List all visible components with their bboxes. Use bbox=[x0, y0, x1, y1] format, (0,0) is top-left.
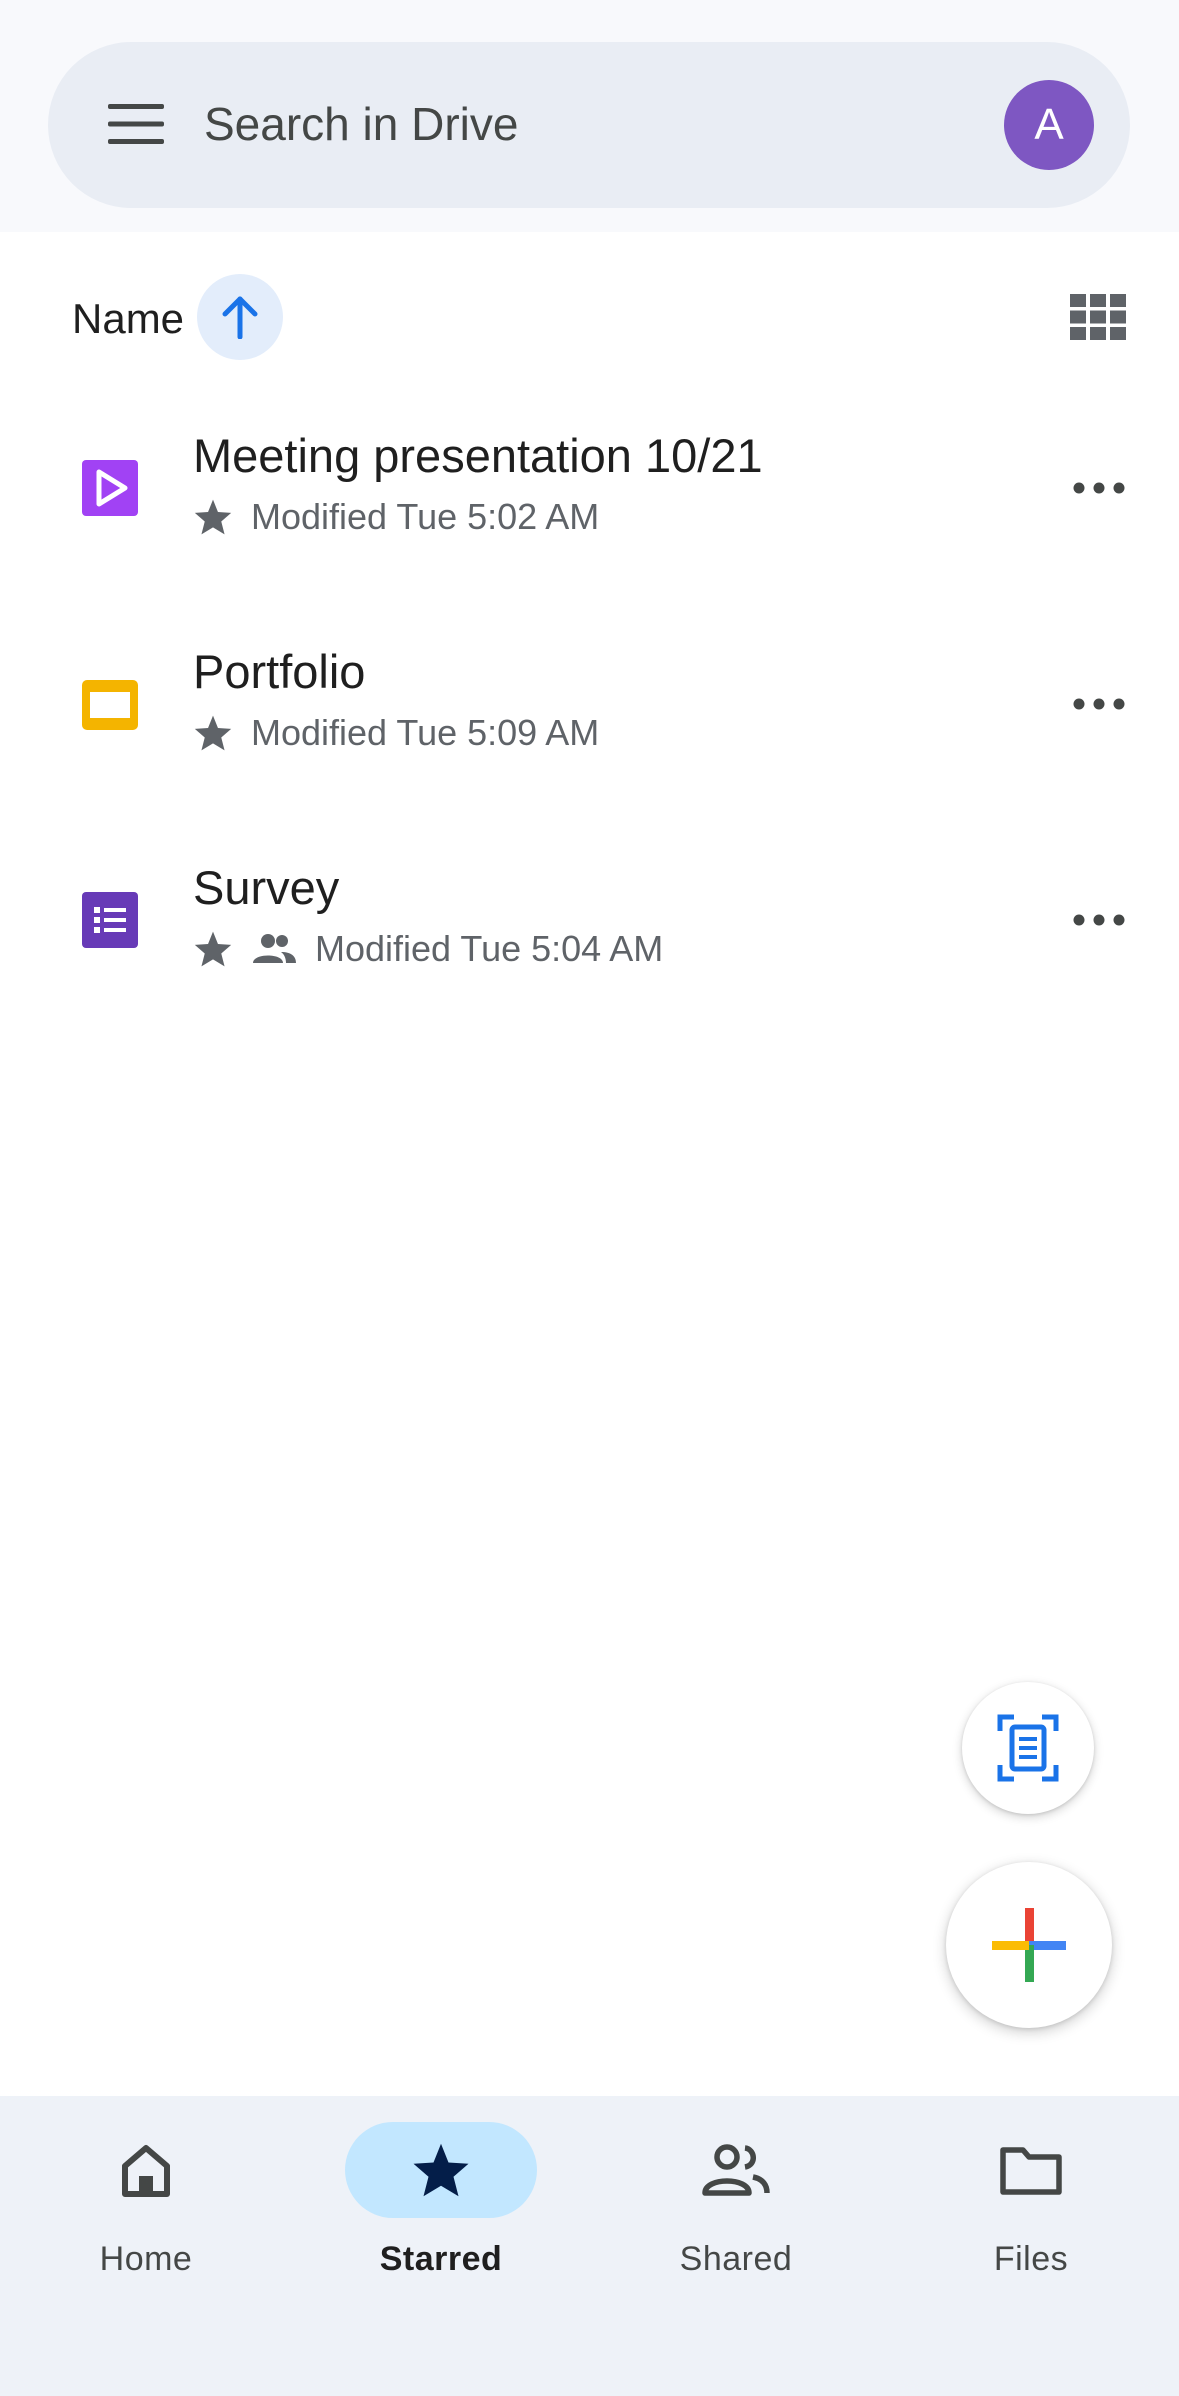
shared-people-icon bbox=[253, 934, 296, 963]
more-options-icon[interactable] bbox=[1063, 884, 1135, 956]
modified-text: Modified Tue 5:04 AM bbox=[315, 928, 664, 969]
more-options-icon[interactable] bbox=[1063, 452, 1135, 524]
scan-document-button[interactable] bbox=[962, 1682, 1094, 1814]
top-bar: Search in Drive A bbox=[0, 0, 1179, 232]
grid-icon bbox=[1070, 294, 1126, 340]
search-bar[interactable]: Search in Drive A bbox=[48, 42, 1130, 208]
file-list: Meeting presentation 10/21 Modified Tue … bbox=[0, 400, 1179, 1048]
plus-icon bbox=[992, 1908, 1066, 1982]
vids-file-icon bbox=[80, 458, 140, 518]
file-meta: Modified Tue 5:09 AM bbox=[193, 712, 599, 754]
file-title: Portfolio bbox=[193, 645, 366, 698]
star-icon bbox=[194, 499, 232, 535]
grid-view-button[interactable] bbox=[1065, 284, 1131, 350]
slides-file-icon bbox=[80, 674, 140, 734]
file-meta: Modified Tue 5:04 AM bbox=[193, 928, 663, 970]
modified-text: Modified Tue 5:02 AM bbox=[251, 496, 600, 537]
folder-icon bbox=[1000, 2147, 1062, 2195]
sort-bar: Name bbox=[0, 232, 1179, 402]
more-options-icon[interactable] bbox=[1063, 668, 1135, 740]
new-button[interactable] bbox=[946, 1862, 1112, 2028]
bottom-navigation: Home Starred Shared Files bbox=[0, 2096, 1179, 2396]
search-placeholder[interactable]: Search in Drive bbox=[204, 97, 518, 151]
nav-pill[interactable] bbox=[50, 2122, 242, 2218]
file-meta: Modified Tue 5:02 AM bbox=[193, 496, 599, 538]
home-icon bbox=[122, 2145, 170, 2197]
star-icon bbox=[413, 2143, 469, 2197]
nav-label: Starred bbox=[379, 2240, 503, 2278]
avatar[interactable]: A bbox=[1004, 80, 1094, 170]
nav-home[interactable]: Home bbox=[16, 2122, 276, 2302]
scan-icon bbox=[997, 1714, 1059, 1782]
arrow-up-icon bbox=[222, 296, 258, 339]
modified-text: Modified Tue 5:09 AM bbox=[251, 712, 600, 753]
nav-pill[interactable] bbox=[640, 2122, 832, 2218]
file-row[interactable]: Survey Modified Tue 5:04 AM bbox=[0, 832, 1179, 1048]
file-row[interactable]: Meeting presentation 10/21 Modified Tue … bbox=[0, 400, 1179, 616]
people-icon bbox=[702, 2144, 770, 2196]
sort-label[interactable]: Name bbox=[72, 295, 184, 343]
star-icon bbox=[194, 931, 232, 967]
nav-label: Files bbox=[993, 2240, 1069, 2278]
nav-pill[interactable] bbox=[345, 2122, 537, 2218]
star-icon bbox=[194, 715, 232, 751]
file-title: Survey bbox=[193, 861, 340, 914]
nav-label: Shared bbox=[679, 2240, 793, 2278]
menu-icon[interactable] bbox=[104, 92, 168, 156]
nav-pill[interactable] bbox=[935, 2122, 1127, 2218]
sort-direction-button[interactable] bbox=[197, 274, 283, 360]
nav-label: Home bbox=[99, 2240, 193, 2278]
forms-file-icon bbox=[80, 890, 140, 950]
nav-starred[interactable]: Starred bbox=[311, 2122, 571, 2302]
nav-shared[interactable]: Shared bbox=[606, 2122, 866, 2302]
nav-files[interactable]: Files bbox=[901, 2122, 1161, 2302]
file-row[interactable]: Portfolio Modified Tue 5:09 AM bbox=[0, 616, 1179, 832]
file-title: Meeting presentation 10/21 bbox=[193, 429, 763, 482]
